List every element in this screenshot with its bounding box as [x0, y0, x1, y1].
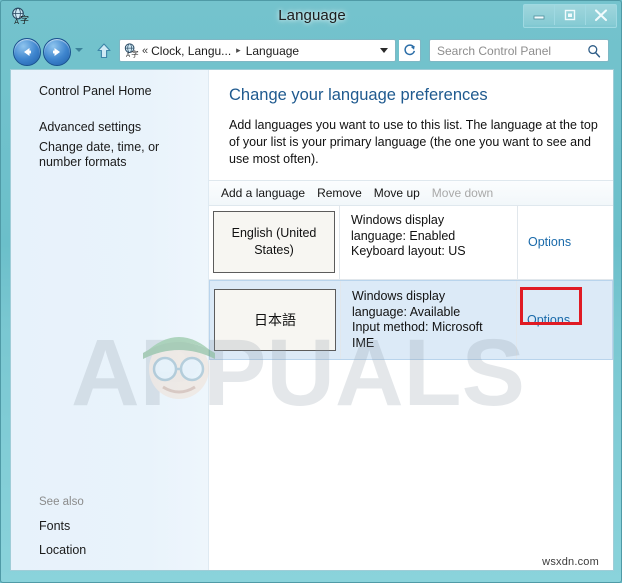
forward-arrow-icon: [43, 38, 71, 66]
language-info-line-3: Input method: Microsoft: [352, 320, 483, 334]
language-info: Windows display language: Available Inpu…: [340, 281, 516, 359]
breadcrumb-separator-icon: ▸: [236, 45, 241, 55]
maximize-button[interactable]: [555, 5, 586, 25]
language-tile-cell: English (United States): [209, 205, 339, 279]
sidebar-item-control-panel-home[interactable]: Control Panel Home: [39, 84, 152, 99]
options-link[interactable]: Options: [528, 235, 571, 249]
language-options-cell: Options: [517, 205, 613, 279]
content-area: Control Panel Home Advanced settings Cha…: [10, 69, 614, 571]
command-bar: Add a language Remove Move up Move down: [209, 180, 613, 206]
title-bar: A 字 Language: [1, 1, 622, 33]
language-options-cell: Options: [516, 281, 612, 359]
move-down-button: Move down: [431, 186, 494, 200]
up-button[interactable]: [93, 40, 115, 62]
sidebar: Control Panel Home Advanced settings Cha…: [11, 70, 209, 570]
svg-text:字: 字: [131, 49, 139, 59]
close-button[interactable]: [586, 5, 616, 25]
breadcrumb-item-language[interactable]: Language: [243, 44, 302, 58]
minimize-button[interactable]: [524, 5, 555, 25]
breadcrumb-item-clock-language[interactable]: Clock, Langu...: [148, 44, 234, 58]
history-dropdown-icon[interactable]: [75, 48, 83, 52]
refresh-icon: [404, 44, 416, 56]
main-pane: Change your language preferences Add lan…: [209, 70, 613, 570]
page-description: Add languages you want to use to this li…: [229, 118, 598, 166]
language-name-tile: 日本語: [214, 289, 336, 351]
address-language-icon: A 字: [123, 42, 140, 59]
language-row-english[interactable]: English (United States) Windows display …: [209, 205, 613, 280]
control-panel-window: A 字 Language A 字 « Clock, Langu... ▸ Lan…: [0, 0, 622, 583]
sidebar-item-change-date-time-number-formats[interactable]: Change date, time, or number formats: [39, 140, 199, 170]
search-placeholder: Search Control Panel: [437, 43, 552, 58]
chevron-down-icon[interactable]: [380, 48, 388, 53]
page-title: Change your language preferences: [229, 86, 488, 104]
language-tile-cell: 日本語: [210, 281, 340, 359]
address-bar[interactable]: A 字 « Clock, Langu... ▸ Language: [119, 39, 396, 62]
up-arrow-icon: [97, 43, 111, 59]
see-also-label: See also: [39, 496, 84, 508]
window-controls: [523, 4, 617, 28]
language-list: English (United States) Windows display …: [209, 205, 613, 360]
navigation-bar: A 字 « Clock, Langu... ▸ Language Search …: [1, 33, 622, 69]
language-info-line-1: Windows display: [351, 213, 445, 227]
minimize-icon: [533, 15, 545, 20]
language-info-line-1: Windows display: [352, 289, 446, 303]
close-icon: [594, 8, 608, 21]
sidebar-item-fonts[interactable]: Fonts: [39, 519, 70, 534]
site-watermark: wsxdn.com: [542, 556, 599, 568]
language-info-line-4: IME: [352, 335, 375, 350]
refresh-button[interactable]: [399, 39, 421, 62]
language-info-line-2: language: Available: [352, 304, 461, 319]
language-info-line-3: Keyboard layout: US: [351, 244, 466, 258]
remove-button[interactable]: Remove: [317, 186, 362, 200]
sidebar-item-location[interactable]: Location: [39, 543, 86, 558]
add-a-language-button[interactable]: Add a language: [221, 186, 305, 200]
options-link[interactable]: Options: [527, 313, 570, 327]
move-up-button[interactable]: Move up: [374, 186, 420, 200]
language-info: Windows display language: Enabled Keyboa…: [339, 205, 517, 279]
language-row-japanese[interactable]: 日本語 Windows display language: Available …: [209, 280, 613, 360]
search-input[interactable]: Search Control Panel: [429, 39, 609, 62]
forward-button[interactable]: [43, 38, 71, 66]
back-arrow-icon: [13, 38, 41, 66]
search-icon[interactable]: [587, 44, 601, 58]
language-info-line-2: language: Enabled: [351, 228, 456, 243]
back-button[interactable]: [13, 38, 41, 66]
sidebar-item-advanced-settings[interactable]: Advanced settings: [39, 120, 141, 135]
language-name-tile: English (United States): [213, 211, 335, 273]
maximize-icon: [564, 9, 576, 21]
